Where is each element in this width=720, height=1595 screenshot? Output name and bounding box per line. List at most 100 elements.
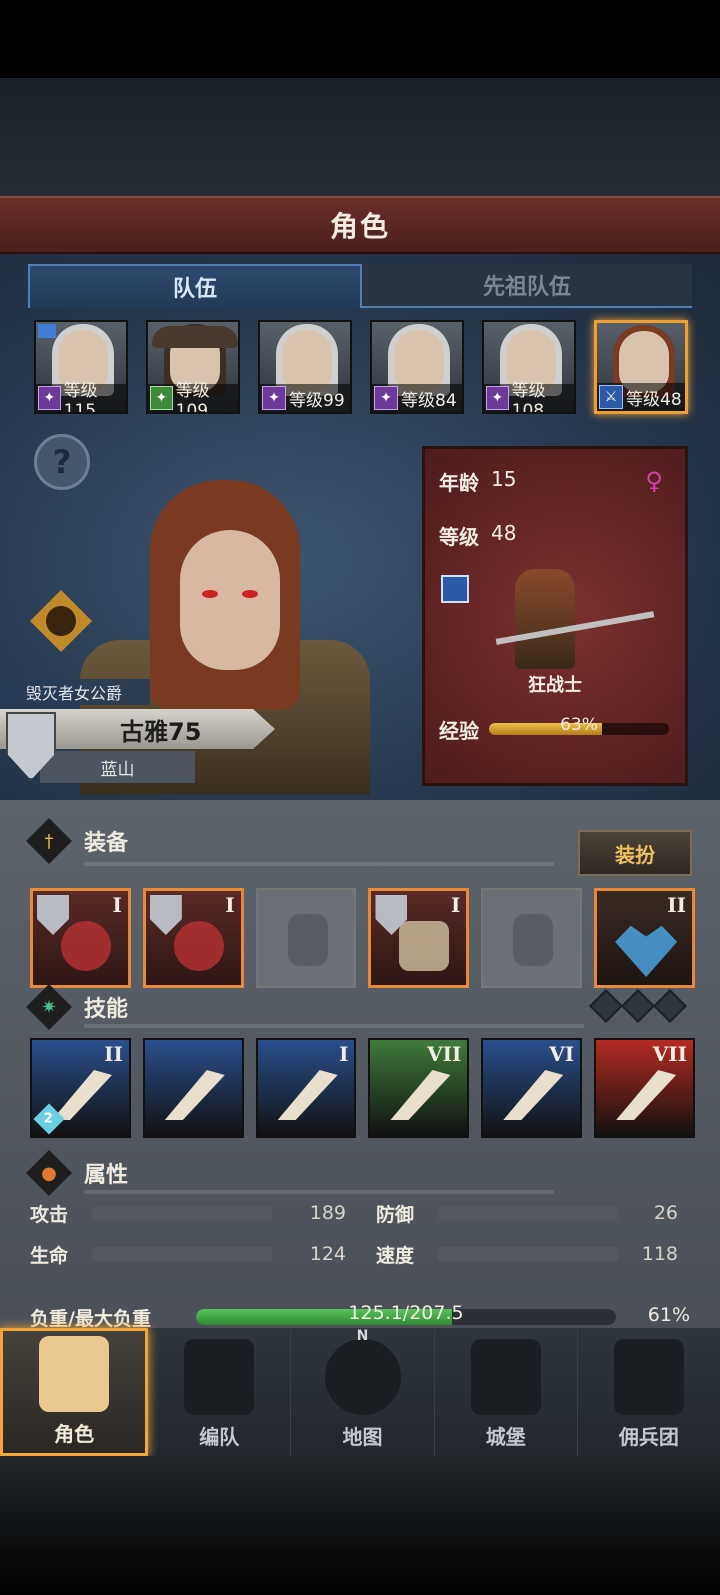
nav-character[interactable]: 角色 (0, 1328, 149, 1456)
mage-staff-icon: ✦ (486, 386, 509, 410)
member-level-text: 等级108 (511, 380, 546, 414)
portrait-face (282, 330, 332, 392)
party-member-1[interactable]: ✦ 等级115 (34, 320, 128, 414)
stat-hp: 生命 124 (30, 1241, 346, 1267)
party-member-2[interactable]: ✦ 等级109 (146, 320, 240, 414)
party-member-6[interactable]: ⚔ 等级48 (594, 320, 688, 414)
skill-slot-4[interactable]: VII (368, 1038, 470, 1138)
weapon-icon (173, 921, 224, 971)
stat-value: 124 (309, 1243, 346, 1265)
skills-label: 技能 (84, 997, 129, 1022)
party-roster: ✦ 等级115 ✦ 等级109 ✦ 等级99 ✦ 等级84 ✦ 等级108 ⚔ 等级48 (34, 320, 694, 416)
equip-slot-weapon-1[interactable]: I (30, 888, 131, 988)
load-value: 125.1/207.5 (348, 1302, 464, 1324)
load-percent: 61% (630, 1302, 690, 1328)
nav-label: 佣兵团 (618, 1425, 679, 1449)
mage-staff-icon: ✦ (374, 386, 398, 410)
sword-skill-icon (616, 1070, 677, 1120)
equip-slot-weapon-2[interactable]: I (142, 888, 244, 988)
skill-charges-text: 2 (44, 1111, 54, 1127)
mage-staff-icon: ✦ (262, 386, 286, 410)
member-level: ✦ 等级108 (484, 381, 574, 412)
character-info-card: 年龄 15 ♀ 等级 48 狂战士 经验 63% (422, 446, 688, 786)
stat-bar (92, 1206, 272, 1220)
exp-label: 经验 (439, 719, 479, 743)
skill-slot-6[interactable]: VII (594, 1038, 695, 1138)
tier-label: VII (427, 1042, 462, 1066)
sword-class-icon: ⚔ (599, 385, 623, 409)
divider (84, 1024, 584, 1028)
bottom-background (0, 1456, 720, 1595)
shield-burst-skill-icon (503, 1070, 564, 1120)
party-member-5[interactable]: ✦ 等级108 (482, 320, 576, 414)
stat-label: 速度 (376, 1244, 415, 1267)
diamond-icon (653, 989, 687, 1023)
nav-mercenaries[interactable]: 佣兵团 (578, 1328, 720, 1456)
portrait-eye (242, 590, 258, 598)
level-row: 等级 48 (439, 521, 516, 550)
compass-map-icon (324, 1339, 401, 1415)
dress-up-button[interactable]: 装扮 (578, 830, 692, 876)
heart-amulet-icon (615, 925, 678, 977)
skill-slot-5[interactable]: VI (481, 1038, 583, 1138)
diamond-icon (621, 989, 655, 1023)
equipment-slots: I I I II (30, 888, 695, 988)
stat-defense: 防御 26 (376, 1200, 678, 1226)
mage-staff-icon: ✦ (38, 386, 61, 410)
age-row: 年龄 15 (439, 467, 516, 496)
equip-slot-boots[interactable] (481, 888, 583, 988)
castle-icon (470, 1339, 541, 1415)
ranger-bow-icon: ✦ (150, 386, 173, 410)
tier-label: VI (549, 1042, 575, 1066)
skill-slot-1[interactable]: II 2 (30, 1038, 131, 1138)
nav-castle[interactable]: 城堡 (435, 1328, 578, 1456)
helmet-placeholder-icon (287, 914, 328, 966)
member-level-text: 等级84 (401, 390, 457, 411)
skill-slots: II 2 I VII VI VII (30, 1038, 695, 1138)
nav-formation[interactable]: 编队 (148, 1328, 292, 1456)
stat-label: 负重/最大负重 (30, 1307, 151, 1330)
party-member-3[interactable]: ✦ 等级99 (258, 320, 352, 414)
party-tabs: 队伍 先祖队伍 (28, 264, 692, 308)
skill-slot-2[interactable] (142, 1038, 244, 1138)
divider (84, 1190, 554, 1194)
star-icon: ✷ (26, 984, 72, 1030)
sword-class-icon (441, 575, 469, 603)
mercenary-banner-icon (613, 1339, 684, 1415)
party-member-4[interactable]: ✦ 等级84 (370, 320, 464, 414)
skill-slot-3[interactable]: I (255, 1038, 357, 1138)
double-slash-skill-icon (164, 1070, 225, 1120)
screen-title: 角色 (329, 210, 390, 243)
stat-load: 负重/最大负重 (30, 1304, 200, 1330)
age-label: 年龄 (439, 471, 479, 495)
tab-ancestor-party[interactable]: 先祖队伍 (362, 264, 692, 308)
stat-value: 189 (309, 1202, 346, 1224)
stat-label: 生命 (30, 1244, 69, 1267)
tier-label: VII (652, 1042, 687, 1066)
equip-slot-armor[interactable]: I (368, 888, 470, 988)
weapon-icon (61, 921, 111, 971)
stat-attack: 攻击 189 (30, 1200, 346, 1226)
member-level: ✦ 等级115 (36, 381, 126, 412)
nav-label: 地图 (342, 1425, 383, 1449)
equip-slot-helmet[interactable] (255, 888, 357, 988)
stat-bar (438, 1206, 618, 1220)
boots-placeholder-icon (513, 914, 554, 966)
level-label: 等级 (439, 525, 479, 549)
stat-value: 118 (641, 1243, 678, 1265)
member-level: ✦ 等级109 (148, 381, 238, 412)
armor-icon (399, 921, 450, 971)
class-name: 狂战士 (528, 675, 582, 696)
tab-party[interactable]: 队伍 (28, 264, 362, 308)
tier-label: I (450, 893, 461, 917)
level-value: 48 (491, 521, 517, 545)
portrait-eye (202, 590, 218, 598)
equipment-header: † 装备 (26, 818, 128, 864)
tier-label: II (104, 1042, 123, 1066)
slash-skill-icon (52, 1070, 112, 1120)
stat-speed: 速度 118 (376, 1241, 678, 1267)
nav-map[interactable]: N 地图 (291, 1328, 435, 1456)
equip-slot-amulet[interactable]: II (594, 888, 695, 988)
age-value: 15 (491, 467, 517, 491)
attributes-label: 属性 (84, 1163, 129, 1188)
